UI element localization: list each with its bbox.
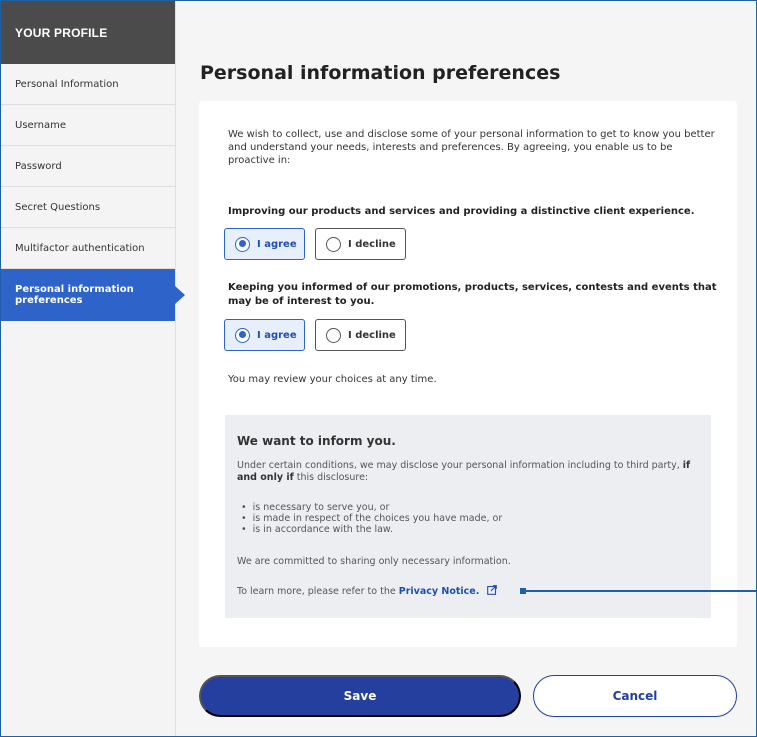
radio-selected-icon bbox=[235, 327, 250, 343]
sidebar-item-label: Password bbox=[15, 160, 62, 172]
sidebar-item-username[interactable]: Username bbox=[1, 105, 175, 146]
radio-empty-icon bbox=[326, 327, 341, 343]
sidebar-item-label: Username bbox=[15, 119, 66, 131]
q1-decline-radio[interactable]: I decline bbox=[315, 228, 406, 260]
info-text-part: Under certain conditions, we may disclos… bbox=[237, 460, 680, 471]
callout-line bbox=[523, 590, 757, 592]
sidebar-item-label: Personal information preferences bbox=[15, 284, 134, 306]
disclosure-conditions-list: is necessary to serve you, or is made in… bbox=[237, 502, 503, 535]
radio-selected-icon bbox=[235, 236, 250, 252]
choice-label: I agree bbox=[257, 238, 297, 250]
preferences-card: We wish to collect, use and disclose som… bbox=[199, 101, 737, 647]
sidebar-item-personal-information-preferences[interactable]: Personal information preferences bbox=[1, 269, 185, 321]
info-paragraph-disclosure: Under certain conditions, we may disclos… bbox=[237, 460, 707, 484]
choice-label: I decline bbox=[348, 329, 396, 341]
list-item: is in accordance with the law. bbox=[237, 524, 502, 535]
question-promotions: Keeping you informed of our promotions, … bbox=[228, 282, 717, 307]
q2-agree-radio[interactable]: I agree bbox=[224, 319, 305, 351]
info-paragraph-learn-more: To learn more, please refer to the Priva… bbox=[237, 585, 707, 598]
info-paragraph-commitment: We are committed to sharing only necessa… bbox=[237, 556, 511, 567]
list-item: is necessary to serve you, or bbox=[237, 502, 502, 513]
cancel-button[interactable]: Cancel bbox=[533, 675, 737, 717]
privacy-notice-link[interactable]: Privacy Notice. bbox=[398, 585, 497, 597]
info-box: We want to inform you. Under certain con… bbox=[225, 415, 711, 618]
sidebar-item-personal-information[interactable]: Personal Information bbox=[1, 64, 175, 105]
sidebar-item-label: Multifactor authentication bbox=[15, 242, 145, 254]
info-title: We want to inform you. bbox=[237, 434, 396, 448]
active-indicator-arrow bbox=[175, 286, 185, 304]
choice-label: I agree bbox=[257, 329, 297, 341]
review-note: You may review your choices at any time. bbox=[228, 374, 437, 385]
page-title: Personal information preferences bbox=[200, 62, 561, 84]
q1-agree-radio[interactable]: I agree bbox=[224, 228, 305, 260]
question-products-services: Improving our products and services and … bbox=[228, 206, 695, 217]
list-item: is made in respect of the choices you ha… bbox=[237, 513, 503, 524]
sidebar-item-label: Secret Questions bbox=[15, 201, 101, 213]
external-link-icon bbox=[486, 585, 497, 595]
choice-label: I decline bbox=[348, 238, 396, 250]
profile-sidebar: YOUR PROFILE Personal Information Userna… bbox=[1, 1, 185, 736]
sidebar-item-multifactor-authentication[interactable]: Multifactor authentication bbox=[1, 228, 175, 269]
radio-empty-icon bbox=[326, 236, 341, 252]
save-button[interactable]: Save bbox=[199, 675, 521, 717]
info-text-part: this disclosure: bbox=[296, 472, 369, 483]
sidebar-header: YOUR PROFILE bbox=[1, 1, 175, 64]
sidebar-item-password[interactable]: Password bbox=[1, 146, 175, 187]
sidebar-item-secret-questions[interactable]: Secret Questions bbox=[1, 187, 175, 228]
intro-text: We wish to collect, use and disclose som… bbox=[228, 129, 715, 166]
link-label: Privacy Notice. bbox=[398, 586, 480, 597]
info-text-part: To learn more, please refer to the bbox=[237, 586, 396, 597]
sidebar-item-label: Personal Information bbox=[15, 78, 119, 90]
q2-decline-radio[interactable]: I decline bbox=[315, 319, 406, 351]
